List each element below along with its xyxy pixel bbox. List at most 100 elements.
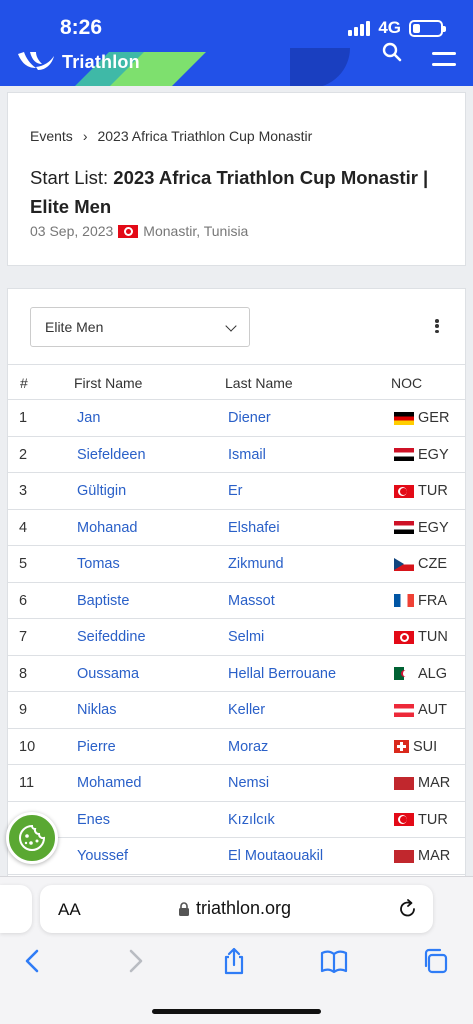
- noc-code: EGY: [418, 446, 449, 463]
- network-label: 4G: [378, 18, 401, 37]
- noc-cell: FRA: [394, 593, 447, 609]
- noc-code: AUT: [418, 702, 447, 718]
- athlete-first-name[interactable]: Niklas: [77, 702, 116, 718]
- athlete-first-name[interactable]: Youssef: [77, 848, 128, 864]
- header-decoration: [290, 48, 350, 86]
- url-display[interactable]: triathlon.org: [178, 898, 291, 919]
- breadcrumb-current: 2023 Africa Triathlon Cup Monastir: [97, 128, 313, 144]
- athlete-first-name[interactable]: Enes: [77, 812, 110, 828]
- page-title: Start List: 2023 Africa Triathlon Cup Mo…: [30, 163, 450, 221]
- table-body: 1 Jan Diener GER 2 Siefeldeen Ismail EGY…: [8, 400, 465, 875]
- site-header: 8:26 4G Triathlon: [0, 0, 473, 86]
- athlete-last-name[interactable]: Ismail: [228, 447, 266, 463]
- table-row[interactable]: 1 Jan Diener GER: [8, 400, 465, 437]
- breadcrumb-events-link[interactable]: Events: [30, 128, 73, 144]
- table-row[interactable]: 6 Baptiste Massot FRA: [8, 583, 465, 619]
- noc-code: GER: [418, 410, 450, 426]
- table-row[interactable]: 9 Niklas Keller AUT: [8, 692, 465, 729]
- table-row[interactable]: 3 Gültigin Er TUR: [8, 473, 465, 510]
- table-row[interactable]: 8 Oussama Hellal Berrouane ALG: [8, 656, 465, 692]
- table-row[interactable]: 11 Mohamed Nemsi MAR: [8, 765, 465, 802]
- athlete-first-name[interactable]: Jan: [77, 410, 100, 426]
- more-options-icon[interactable]: [435, 319, 439, 333]
- start-list-card: Elite Men # First Name Last Name NOC 1 J…: [7, 288, 466, 888]
- athlete-last-name[interactable]: Zikmund: [228, 556, 284, 572]
- athlete-last-name[interactable]: Selmi: [228, 629, 264, 645]
- page-settings-button[interactable]: AA: [58, 900, 81, 920]
- athlete-first-name[interactable]: Siefeldeen: [77, 447, 146, 463]
- forward-icon[interactable]: [120, 946, 150, 976]
- site-logo[interactable]: Triathlon: [16, 50, 140, 74]
- noc-cell: TUR: [394, 812, 448, 828]
- bookmarks-icon[interactable]: [319, 946, 349, 976]
- row-number: 11: [19, 775, 35, 791]
- noc-cell: SUI: [394, 739, 437, 755]
- event-meta: 03 Sep, 2023 Monastir, Tunisia: [30, 223, 248, 239]
- athlete-last-name[interactable]: El Moutaouakil: [228, 848, 323, 864]
- cookie-icon: [19, 824, 46, 851]
- lock-icon: [179, 901, 189, 916]
- reload-icon[interactable]: [397, 898, 419, 920]
- program-select-value: Elite Men: [45, 319, 104, 335]
- signal-icon: [348, 20, 371, 36]
- table-row[interactable]: 10 Pierre Moraz SUI: [8, 729, 465, 765]
- row-number: 1: [19, 410, 28, 426]
- status-time: 8:26: [60, 16, 103, 39]
- athlete-last-name[interactable]: Diener: [228, 410, 271, 426]
- athlete-last-name[interactable]: Keller: [228, 702, 265, 718]
- url-text: triathlon.org: [196, 898, 292, 918]
- row-number: 9: [19, 702, 28, 718]
- egypt-flag-icon: [394, 448, 414, 461]
- athlete-first-name[interactable]: Mohanad: [77, 520, 137, 536]
- noc-code: ALG: [418, 665, 448, 682]
- previous-tab-preview[interactable]: [0, 885, 32, 933]
- athlete-first-name[interactable]: Gültigin: [77, 483, 126, 499]
- noc-cell: GER: [394, 410, 449, 426]
- turkey-flag-icon: [394, 813, 414, 826]
- brand-name: Triathlon: [62, 51, 140, 72]
- noc-code: TUN: [418, 629, 448, 645]
- row-number: 4: [19, 519, 28, 536]
- column-header-noc[interactable]: NOC: [391, 375, 422, 391]
- athlete-last-name[interactable]: Er: [228, 483, 243, 499]
- back-icon[interactable]: [18, 946, 48, 976]
- athlete-first-name[interactable]: Tomas: [77, 556, 120, 572]
- athlete-last-name[interactable]: Elshafei: [228, 520, 280, 536]
- column-header-first-name[interactable]: First Name: [74, 375, 142, 391]
- athlete-last-name[interactable]: Kızılcık: [228, 812, 275, 828]
- event-info-card: Events › 2023 Africa Triathlon Cup Monas…: [7, 92, 466, 266]
- france-flag-icon: [394, 594, 414, 607]
- triathlon-logo-icon: [18, 52, 54, 70]
- athlete-first-name[interactable]: Mohamed: [77, 775, 141, 791]
- row-number: 3: [19, 483, 28, 499]
- address-bar[interactable]: AA triathlon.org: [40, 885, 433, 933]
- share-icon[interactable]: [219, 946, 249, 976]
- table-row[interactable]: Youssef El Moutaouakil MAR: [8, 838, 465, 875]
- home-indicator[interactable]: [152, 1009, 321, 1014]
- hamburger-menu-icon[interactable]: [432, 52, 456, 66]
- noc-code: MAR: [418, 775, 451, 791]
- athlete-first-name[interactable]: Oussama: [77, 666, 139, 682]
- tabs-icon[interactable]: [420, 946, 450, 976]
- chevron-down-icon: [225, 320, 237, 332]
- cookie-settings-button[interactable]: [6, 812, 58, 864]
- athlete-last-name[interactable]: Moraz: [228, 739, 268, 755]
- athlete-first-name[interactable]: Pierre: [77, 739, 116, 755]
- table-row[interactable]: 5 Tomas Zikmund CZE: [8, 546, 465, 583]
- row-number: 7: [19, 629, 28, 645]
- athlete-last-name[interactable]: Nemsi: [228, 775, 269, 791]
- athlete-last-name[interactable]: Hellal Berrouane: [228, 666, 336, 682]
- search-icon[interactable]: [382, 42, 402, 62]
- table-row[interactable]: 4 Mohanad Elshafei EGY: [8, 510, 465, 546]
- table-row[interactable]: 2 Siefeldeen Ismail EGY: [8, 437, 465, 473]
- column-header-number[interactable]: #: [20, 375, 28, 391]
- program-select[interactable]: Elite Men: [30, 307, 250, 347]
- table-row[interactable]: Enes Kızılcık TUR: [8, 802, 465, 838]
- athlete-first-name[interactable]: Baptiste: [77, 593, 129, 609]
- column-header-last-name[interactable]: Last Name: [225, 375, 293, 391]
- athlete-last-name[interactable]: Massot: [228, 593, 275, 609]
- table-row[interactable]: 7 Seifeddine Selmi TUN: [8, 619, 465, 656]
- tunisia-flag-icon: [394, 630, 414, 644]
- athlete-first-name[interactable]: Seifeddine: [77, 629, 146, 645]
- switzerland-flag-icon: [394, 740, 409, 753]
